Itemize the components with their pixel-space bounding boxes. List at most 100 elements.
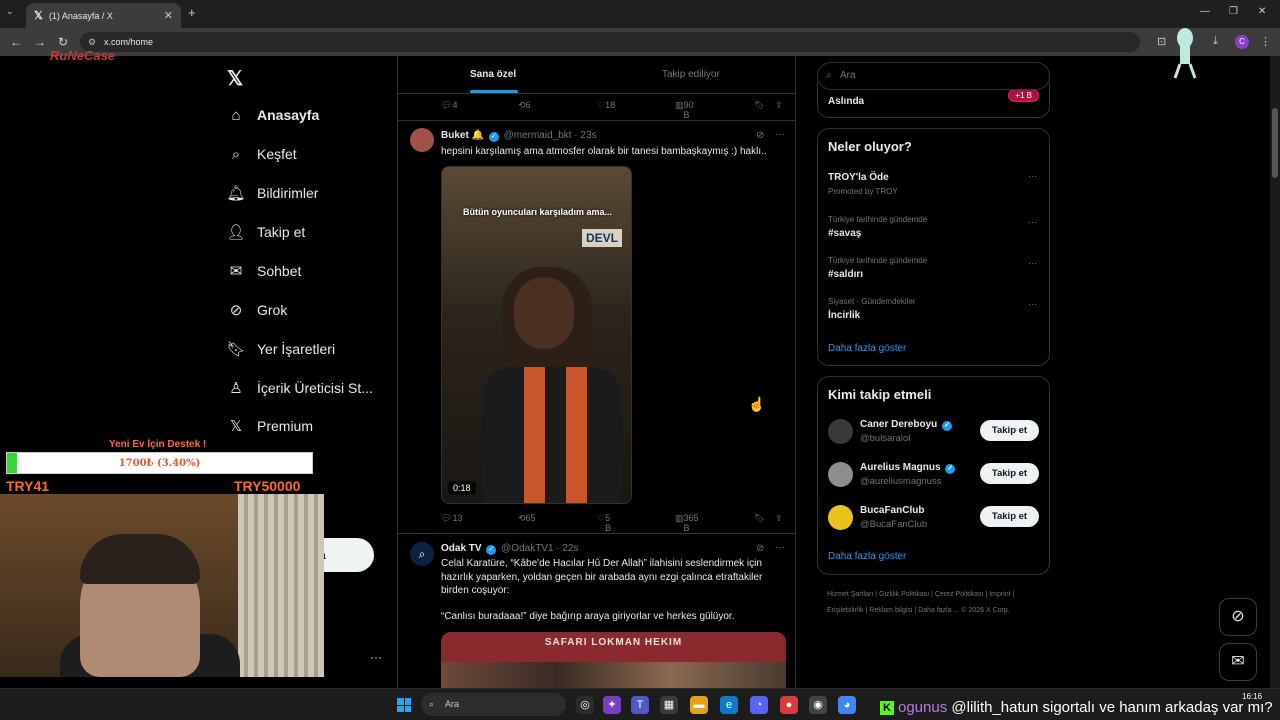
trends-show-more[interactable]: Daha fazla göster — [828, 343, 906, 354]
share-button[interactable]: ⇪ — [775, 513, 783, 524]
x-logo-icon[interactable]: 𝕏 — [227, 66, 243, 91]
nav-chat[interactable]: ✉ Sohbet — [226, 257, 302, 285]
tab-for-you[interactable]: Sana özel — [470, 69, 516, 80]
author-handle[interactable]: @mermaid_bkt · 23s — [504, 130, 597, 141]
downloads-icon[interactable]: ⤓ — [1213, 35, 1218, 48]
nav-label: Anasayfa — [257, 107, 320, 123]
minimize-icon[interactable]: — — [1200, 6, 1210, 17]
browser-tab[interactable]: 𝕏 (1) Anasayfa / X ✕ — [26, 3, 181, 28]
windows-start-icon[interactable] — [397, 698, 411, 712]
messages-float-button[interactable]: ✉ — [1219, 643, 1257, 681]
browser-menu-icon[interactable]: ⋮ — [1260, 35, 1271, 48]
more-options-icon[interactable]: ··· — [775, 542, 785, 553]
who-show-more[interactable]: Daha fazla göster — [828, 551, 906, 562]
repost-button[interactable]: ⟲ 65 — [518, 513, 536, 524]
who-handle: @bulsaralol — [860, 433, 911, 444]
nav-creator-studio[interactable]: ♙ İçerik Üreticisi St... — [226, 374, 373, 402]
trend-meta: Promoted by TROY — [828, 187, 898, 196]
back-icon[interactable]: ← — [10, 35, 22, 49]
tab-following[interactable]: Takip ediliyor — [662, 69, 720, 80]
tab-search-icon[interactable]: ⌄ — [6, 6, 14, 17]
nav-grok[interactable]: ⊘ Grok — [226, 296, 288, 324]
grok-explain-icon[interactable]: ⊘ — [756, 543, 764, 554]
author-name[interactable]: Buket 🔔 — [441, 130, 484, 141]
task-view-icon[interactable]: ◎ — [576, 696, 594, 714]
share-button[interactable]: ⇪ — [775, 100, 783, 111]
trend-name[interactable]: #savaş — [828, 228, 861, 239]
views-button[interactable]: ▥ 365 B — [675, 513, 699, 533]
nav-explore[interactable]: ⌕ Keşfet — [226, 140, 297, 168]
who-name[interactable]: Aurelius Magnus ✓ — [860, 462, 957, 474]
avatar[interactable]: ⌕ — [410, 542, 434, 566]
like-count: 5 B — [605, 513, 612, 533]
profile-avatar[interactable]: C — [1235, 35, 1249, 49]
trend-meta: Siyaset · Gündemdekiler — [828, 297, 916, 306]
reload-icon[interactable]: ↻ — [58, 35, 68, 49]
store-icon[interactable]: ▦ — [660, 696, 678, 714]
repost-button[interactable]: ⟲ 6 — [518, 100, 531, 111]
who-name[interactable]: Caner Dereboyu ✓ — [860, 419, 954, 431]
webcam-overlay — [0, 494, 324, 677]
copilot-icon[interactable]: ✦ — [603, 696, 621, 714]
search-input[interactable]: ⌕ Ara — [817, 62, 1050, 90]
obs-icon[interactable]: ◉ — [809, 696, 827, 714]
taskbar-search[interactable]: ⌕ Ara — [421, 693, 566, 716]
avatar[interactable] — [828, 462, 853, 487]
footer-links[interactable]: Hizmet Şartları | Gizlilik Politikası | … — [827, 587, 1049, 619]
reply-count: 13 — [452, 513, 463, 523]
grok-explain-icon[interactable]: ⊘ — [756, 130, 764, 141]
nav-bookmarks[interactable]: 🔖︎ Yer İşaretleri — [226, 335, 335, 363]
who-name[interactable]: BucaFanClub — [860, 505, 924, 516]
new-tab-icon[interactable]: + — [188, 5, 196, 20]
follow-button[interactable]: Takip et — [980, 506, 1039, 527]
trend-more-icon[interactable]: ··· — [1028, 258, 1037, 268]
maximize-icon[interactable]: ❐ — [1229, 6, 1238, 17]
views-button[interactable]: ▥ 90 B — [675, 100, 694, 120]
more-options-icon[interactable]: ··· — [775, 129, 785, 140]
follow-button[interactable]: Takip et — [980, 463, 1039, 484]
edge-icon[interactable]: e — [720, 696, 738, 714]
donation-amount: 1700₺ (3.40%) — [118, 458, 201, 469]
author-handle[interactable]: @OdakTV1 · 22s — [501, 543, 578, 554]
bookmark-icon: 🔖︎ — [226, 341, 246, 358]
trend-more-icon[interactable]: ··· — [1028, 299, 1037, 309]
nav-follow[interactable]: 👤︎ Takip et — [226, 218, 305, 246]
trend-name[interactable]: #saldırı — [828, 269, 863, 280]
trend-more-icon[interactable]: ··· — [1028, 217, 1037, 227]
like-button[interactable]: ♡ 5 B — [597, 513, 611, 533]
teams-icon[interactable]: T — [631, 696, 649, 714]
trend-more-icon[interactable]: ··· — [1028, 171, 1037, 181]
tab-close-icon[interactable]: ✕ — [164, 9, 173, 22]
taskbar-clock[interactable]: 16:16 — [1242, 692, 1262, 702]
avatar[interactable] — [828, 419, 853, 444]
reply-button[interactable]: 💬︎ 13 — [441, 513, 462, 524]
install-app-icon[interactable]: ⊡ — [1157, 35, 1166, 48]
file-explorer-icon[interactable]: ▬ — [690, 696, 708, 714]
follow-button[interactable]: Takip et — [980, 420, 1039, 441]
nav-home[interactable]: ⌂ Anasayfa — [226, 101, 319, 129]
account-more-icon[interactable]: ··· — [370, 650, 382, 664]
grok-float-button[interactable]: ⊘ — [1219, 598, 1257, 636]
discord-icon[interactable]: ◔ — [750, 696, 768, 714]
like-button[interactable]: ♡ 18 — [597, 100, 615, 111]
reply-button[interactable]: 💬︎ 4 — [441, 100, 457, 111]
page-scrollbar[interactable] — [1270, 56, 1280, 688]
url-bar[interactable]: ⚙ x.com/home — [80, 32, 1140, 52]
tweet-video[interactable]: DEVL Bütün oyuncuları karşıladım ama... … — [441, 166, 632, 504]
nav-notifications[interactable]: 🔔︎ Bildirimler — [226, 179, 318, 207]
bookmark-button[interactable]: 🔖︎ — [754, 100, 765, 111]
nav-premium[interactable]: 𝕏 Premium — [226, 412, 313, 440]
forward-icon[interactable]: → — [34, 35, 46, 49]
like-count: 18 — [605, 100, 616, 110]
avatar[interactable] — [410, 128, 434, 152]
trend-name[interactable]: TROY'la Öde — [828, 172, 889, 183]
window-close-icon[interactable]: ✕ — [1258, 6, 1266, 17]
bookmark-button[interactable]: 🔖︎ — [754, 513, 765, 524]
microphone-icon[interactable]: ● — [780, 696, 798, 714]
avatar[interactable] — [828, 505, 853, 530]
feed-tabs: Sana özel Takip ediliyor — [398, 56, 795, 94]
tweet-image[interactable]: SAFARI LOKMAN HEKIM — [441, 632, 786, 688]
author-name[interactable]: Odak TV — [441, 543, 482, 554]
trend-name[interactable]: İncirlik — [828, 310, 860, 321]
chrome-icon[interactable]: ◕ — [838, 696, 856, 714]
